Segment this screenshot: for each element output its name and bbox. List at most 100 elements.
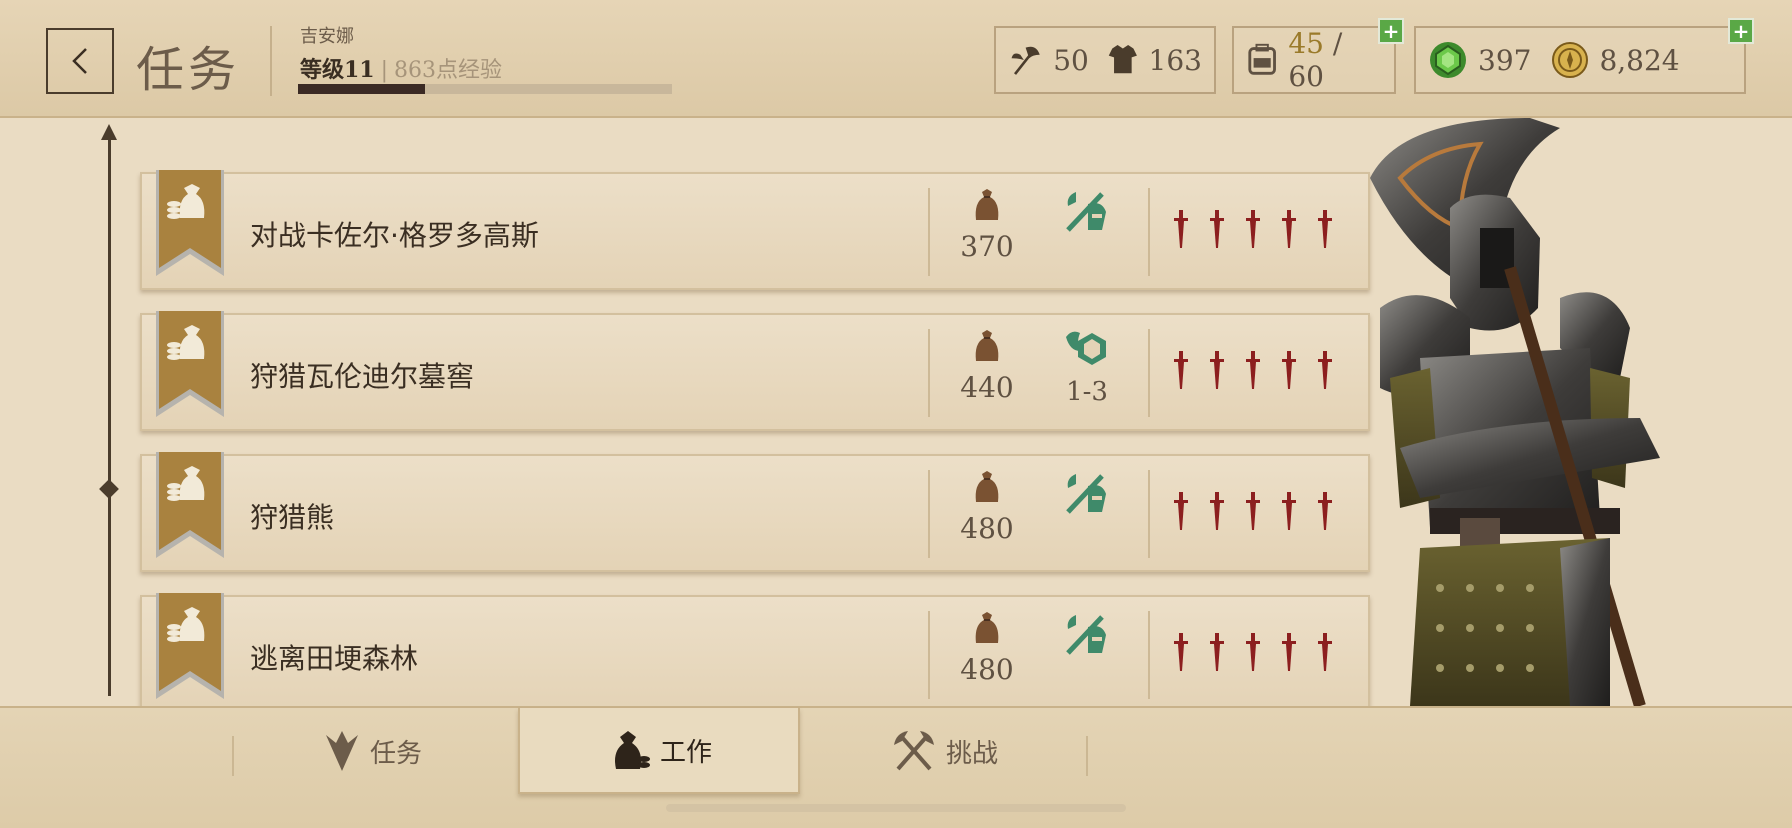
card-divider — [928, 611, 930, 699]
quest-name: 狩猎瓦伦迪尔墓窖 — [250, 360, 475, 393]
xp-progress-fill — [298, 84, 426, 94]
gold-reward: 480 — [942, 470, 1032, 545]
difficulty-dagger-icon — [1210, 210, 1224, 248]
difficulty-dagger-icon — [1246, 351, 1260, 389]
level-label: 等级11 — [300, 57, 375, 83]
difficulty-dagger-icon — [1210, 351, 1224, 389]
tab-challenges[interactable]: 挑战 — [804, 708, 1086, 794]
difficulty-dagger-icon — [1210, 492, 1224, 530]
difficulty-dagger-icon — [1174, 633, 1188, 671]
attack-value: 50 — [1053, 43, 1089, 77]
gold-count: 8,824 — [1599, 43, 1680, 77]
gold-reward: 480 — [942, 611, 1032, 686]
gem-reward-icon — [1066, 331, 1106, 365]
gold-bag-icon — [975, 189, 999, 220]
tab-quests[interactable]: 任务 — [232, 708, 514, 794]
gold-bag-icon — [975, 330, 999, 361]
difficulty-dagger-icon — [1282, 492, 1296, 530]
page-title: 任务 — [136, 42, 241, 98]
difficulty-dagger-icon — [1318, 210, 1332, 248]
timeline-marker — [99, 479, 119, 499]
difficulty-rating — [1172, 351, 1334, 391]
card-divider — [928, 470, 930, 558]
quest-name: 对战卡佐尔·格罗多高斯 — [250, 219, 539, 252]
xp-progress-bar — [298, 84, 672, 94]
quest-name: 狩猎熊 — [250, 501, 335, 534]
difficulty-dagger-icon — [1174, 492, 1188, 530]
job-ribbon — [156, 452, 224, 558]
difficulty-dagger-icon — [1318, 351, 1332, 389]
difficulty-rating — [1172, 210, 1334, 250]
timeline-line — [108, 130, 111, 696]
card-divider — [1148, 329, 1150, 417]
add-inventory-button[interactable]: + — [1378, 18, 1404, 44]
difficulty-dagger-icon — [1282, 210, 1296, 248]
job-ribbon — [156, 170, 224, 276]
inventory-capacity[interactable]: 45 / 60 + — [1232, 18, 1404, 94]
chevron-left-icon — [72, 48, 87, 74]
chest-armor-icon — [1108, 45, 1137, 74]
backpack-icon — [1248, 43, 1276, 75]
quest-card[interactable]: 狩猎熊 480 — [140, 452, 1370, 572]
quest-type: 1-3 — [1052, 327, 1122, 407]
difficulty-dagger-icon — [1246, 210, 1260, 248]
card-divider — [1148, 611, 1150, 699]
gold-reward-value: 440 — [960, 371, 1014, 404]
difficulty-dagger-icon — [1174, 210, 1188, 248]
difficulty-dagger-icon — [1174, 351, 1188, 389]
job-ribbon — [156, 311, 224, 417]
card-divider — [928, 329, 930, 417]
quest-name: 逃离田埂森林 — [250, 642, 419, 675]
combat-stats[interactable]: 50 163 — [994, 26, 1216, 94]
gold-bag-icon — [975, 471, 999, 502]
job-ribbon — [156, 593, 224, 699]
quest-card[interactable]: 逃离田埂森林 480 — [140, 593, 1370, 713]
top-bar: 任务 吉安娜 等级11 | 863点经验 50 163 45 / 60 + 39… — [0, 0, 1792, 118]
add-currency-button[interactable]: + — [1728, 18, 1754, 44]
home-indicator[interactable] — [666, 804, 1126, 812]
money-bag-icon — [614, 731, 650, 769]
difficulty-rating — [1172, 492, 1334, 532]
combat-type-icon — [1066, 615, 1106, 655]
back-button[interactable] — [46, 28, 114, 94]
difficulty-dagger-icon — [1282, 351, 1296, 389]
gold-reward: 440 — [942, 329, 1032, 404]
gold-coin-icon — [1552, 42, 1589, 78]
combat-type-icon — [1066, 474, 1106, 514]
quest-type-label: 1-3 — [1066, 377, 1108, 407]
quest-card[interactable]: 对战卡佐尔·格罗多高斯 370 — [140, 170, 1370, 290]
gem-icon — [1430, 42, 1466, 78]
gold-reward: 370 — [942, 188, 1032, 263]
level-separator: | — [380, 58, 389, 83]
armor-value: 163 — [1148, 43, 1202, 77]
level-line: 等级11 | 863点经验 — [300, 52, 502, 84]
inventory-max: 60 — [1288, 60, 1324, 93]
tab-work[interactable]: 工作 — [518, 708, 800, 794]
difficulty-dagger-icon — [1246, 492, 1260, 530]
header-divider — [270, 26, 272, 96]
card-divider — [1148, 470, 1150, 558]
gem-count: 397 — [1478, 43, 1532, 77]
difficulty-dagger-icon — [1246, 633, 1260, 671]
axe-icon — [1011, 46, 1040, 75]
difficulty-dagger-icon — [1318, 492, 1332, 530]
tab-work-label: 工作 — [659, 737, 712, 768]
tab-challenges-label: 挑战 — [945, 738, 998, 769]
quest-type — [1052, 609, 1122, 663]
inventory-separator: / — [1323, 27, 1343, 60]
knight-portrait — [1370, 118, 1660, 706]
quest-type — [1052, 186, 1122, 240]
quest-card[interactable]: 狩猎瓦伦迪尔墓窖 440 1-3 — [140, 311, 1370, 431]
quest-icon — [325, 731, 358, 771]
gold-bag-icon — [975, 612, 999, 643]
combat-type-icon — [1066, 192, 1106, 232]
inventory-current: 45 — [1288, 27, 1324, 60]
tab-divider — [1086, 736, 1088, 776]
card-divider — [1148, 188, 1150, 276]
gold-reward-value: 480 — [960, 653, 1014, 686]
currency-display[interactable]: 397 8,824 + — [1414, 18, 1754, 94]
player-name: 吉安娜 — [300, 26, 354, 47]
difficulty-dagger-icon — [1318, 633, 1332, 671]
difficulty-dagger-icon — [1282, 633, 1296, 671]
xp-label: 863点经验 — [394, 58, 503, 83]
